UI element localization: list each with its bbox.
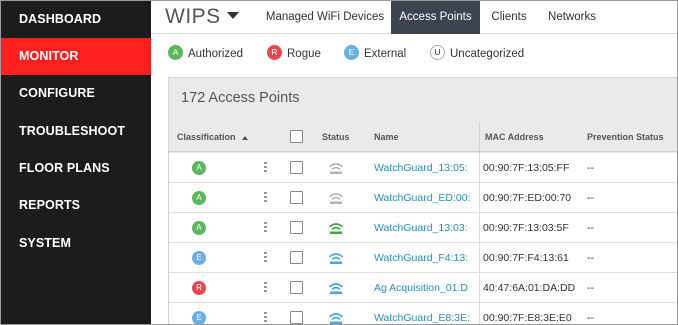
mac-address: 00:90:7F:13:03:5F bbox=[483, 222, 569, 234]
wifi-grey-icon bbox=[329, 193, 343, 204]
table-row[interactable]: A WatchGuard_13:03: 00:90:7F:13:03:5F -- bbox=[169, 213, 677, 243]
external-icon: E bbox=[192, 251, 206, 265]
tab-networks[interactable]: Networks bbox=[541, 1, 603, 34]
row-checkbox[interactable] bbox=[290, 311, 303, 324]
wifi-blue-icon bbox=[329, 283, 343, 294]
wifi-green-icon bbox=[329, 223, 343, 234]
sort-ascending-icon bbox=[241, 135, 248, 140]
access-point-name-link[interactable]: WatchGuard_ED:00: bbox=[374, 183, 477, 213]
legend-label: Authorized bbox=[188, 48, 243, 60]
drag-handle-icon[interactable] bbox=[264, 282, 268, 294]
mac-address: 00:90:7F:F4:13:61 bbox=[483, 252, 569, 264]
authorized-icon: A bbox=[192, 191, 206, 205]
column-header-mac-address[interactable]: MAC Address bbox=[485, 122, 544, 152]
access-point-name-link[interactable]: WatchGuard_F4:13: bbox=[374, 243, 477, 273]
access-points-panel: 172 Access Points Classification Status … bbox=[168, 77, 677, 324]
column-header-name[interactable]: Name bbox=[374, 122, 399, 152]
access-point-name-link[interactable]: Ag Acquisition_01:D bbox=[374, 273, 477, 303]
drag-handle-icon[interactable] bbox=[264, 312, 268, 324]
prevention-status: -- bbox=[587, 252, 594, 264]
column-header-classification[interactable]: Classification bbox=[177, 122, 248, 152]
external-icon: E bbox=[344, 45, 359, 61]
access-point-name-link[interactable]: WatchGuard_13:05: bbox=[374, 153, 477, 183]
access-point-name-link[interactable]: WatchGuard_E8:3E: bbox=[374, 303, 477, 324]
access-point-name-link[interactable]: WatchGuard_13:03: bbox=[374, 213, 477, 243]
legend-label: Uncategorized bbox=[450, 48, 525, 60]
tab-access-points[interactable]: Access Points bbox=[391, 1, 480, 34]
authorized-icon: A bbox=[168, 45, 183, 61]
drag-handle-icon[interactable] bbox=[264, 222, 268, 234]
sidebar-item-troubleshoot[interactable]: TROUBLESHOOT bbox=[1, 113, 151, 150]
column-header-prevention-status[interactable]: Prevention Status bbox=[587, 122, 664, 152]
row-checkbox[interactable] bbox=[290, 221, 303, 234]
column-divider bbox=[479, 303, 480, 324]
panel-title: 172 Access Points bbox=[181, 90, 300, 106]
table-row[interactable]: E WatchGuard_E8:3E: 00:90:7F:E8:3E:E0 -- bbox=[169, 303, 677, 324]
drag-handle-icon[interactable] bbox=[264, 162, 268, 174]
sidebar-item-system[interactable]: SYSTEM bbox=[1, 225, 151, 262]
sidebar: DASHBOARD MONITOR CONFIGURE TROUBLESHOOT… bbox=[1, 1, 151, 324]
column-divider bbox=[479, 183, 480, 213]
drag-handle-icon[interactable] bbox=[264, 192, 268, 204]
main-content: WIPS Managed WiFi Devices Access Points … bbox=[151, 1, 677, 324]
column-divider bbox=[479, 213, 480, 243]
row-checkbox[interactable] bbox=[290, 161, 303, 174]
legend-label: External bbox=[364, 48, 407, 60]
rogue-icon: R bbox=[267, 45, 282, 61]
table-row[interactable]: A WatchGuard_13:05: 00:90:7F:13:05:FF -- bbox=[169, 153, 677, 183]
wifi-blue-icon bbox=[329, 253, 343, 264]
prevention-status: -- bbox=[587, 192, 594, 204]
sidebar-item-floor-plans[interactable]: FLOOR PLANS bbox=[1, 150, 151, 187]
column-divider bbox=[479, 273, 480, 303]
tab-managed-wifi-devices[interactable]: Managed WiFi Devices bbox=[261, 1, 389, 34]
sidebar-item-dashboard[interactable]: DASHBOARD bbox=[1, 1, 151, 38]
column-divider bbox=[479, 153, 480, 183]
mac-address: 40:47:6A:01:DA:DD bbox=[483, 282, 576, 294]
row-checkbox[interactable] bbox=[290, 191, 303, 204]
prevention-status: -- bbox=[587, 222, 594, 234]
column-label: Classification bbox=[177, 132, 236, 142]
wips-menu-dropdown[interactable]: WIPS bbox=[165, 5, 239, 29]
legend-external: E External bbox=[344, 45, 407, 62]
caret-down-icon bbox=[226, 11, 239, 19]
table-header: Classification Status Name MAC Address P… bbox=[169, 122, 677, 152]
sidebar-item-configure[interactable]: CONFIGURE bbox=[1, 75, 151, 112]
mac-address: 00:90:7F:13:05:FF bbox=[483, 162, 570, 174]
legend-authorized: A Authorized bbox=[168, 45, 243, 62]
sidebar-item-monitor[interactable]: MONITOR bbox=[1, 38, 151, 75]
column-divider bbox=[479, 122, 480, 153]
mac-address: 00:90:7F:E8:3E:E0 bbox=[483, 312, 572, 324]
prevention-status: -- bbox=[587, 312, 594, 324]
brand-title: WIPS bbox=[165, 5, 221, 28]
app-window: DASHBOARD MONITOR CONFIGURE TROUBLESHOOT… bbox=[0, 0, 678, 325]
legend-label: Rogue bbox=[287, 48, 321, 60]
table-row[interactable]: E WatchGuard_F4:13: 00:90:7F:F4:13:61 -- bbox=[169, 243, 677, 273]
wifi-grey-icon bbox=[329, 163, 343, 174]
tab-clients[interactable]: Clients bbox=[480, 1, 538, 34]
legend-uncategorized: U Uncategorized bbox=[430, 45, 525, 62]
rogue-icon: R bbox=[192, 281, 206, 295]
table-row[interactable]: R Ag Acquisition_01:D 40:47:6A:01:DA:DD … bbox=[169, 273, 677, 303]
authorized-icon: A bbox=[192, 221, 206, 235]
external-icon: E bbox=[192, 311, 206, 324]
row-checkbox[interactable] bbox=[290, 281, 303, 294]
authorized-icon: A bbox=[192, 161, 206, 175]
prevention-status: -- bbox=[587, 282, 594, 294]
column-header-status[interactable]: Status bbox=[322, 122, 350, 152]
top-navigation: WIPS Managed WiFi Devices Access Points … bbox=[151, 1, 677, 34]
classification-legend: A Authorized R Rogue E External U Uncategori… bbox=[151, 34, 677, 74]
mac-address: 00:90:7F:ED:00:70 bbox=[483, 192, 572, 204]
drag-handle-icon[interactable] bbox=[264, 252, 268, 264]
row-checkbox[interactable] bbox=[290, 251, 303, 264]
sidebar-item-reports[interactable]: REPORTS bbox=[1, 187, 151, 224]
column-divider bbox=[479, 243, 480, 273]
select-all-checkbox[interactable] bbox=[290, 130, 303, 143]
uncategorized-icon: U bbox=[430, 45, 445, 61]
legend-rogue: R Rogue bbox=[267, 45, 321, 62]
wifi-blue-icon bbox=[329, 313, 343, 324]
table-row[interactable]: A WatchGuard_ED:00: 00:90:7F:ED:00:70 -- bbox=[169, 183, 677, 213]
prevention-status: -- bbox=[587, 162, 594, 174]
